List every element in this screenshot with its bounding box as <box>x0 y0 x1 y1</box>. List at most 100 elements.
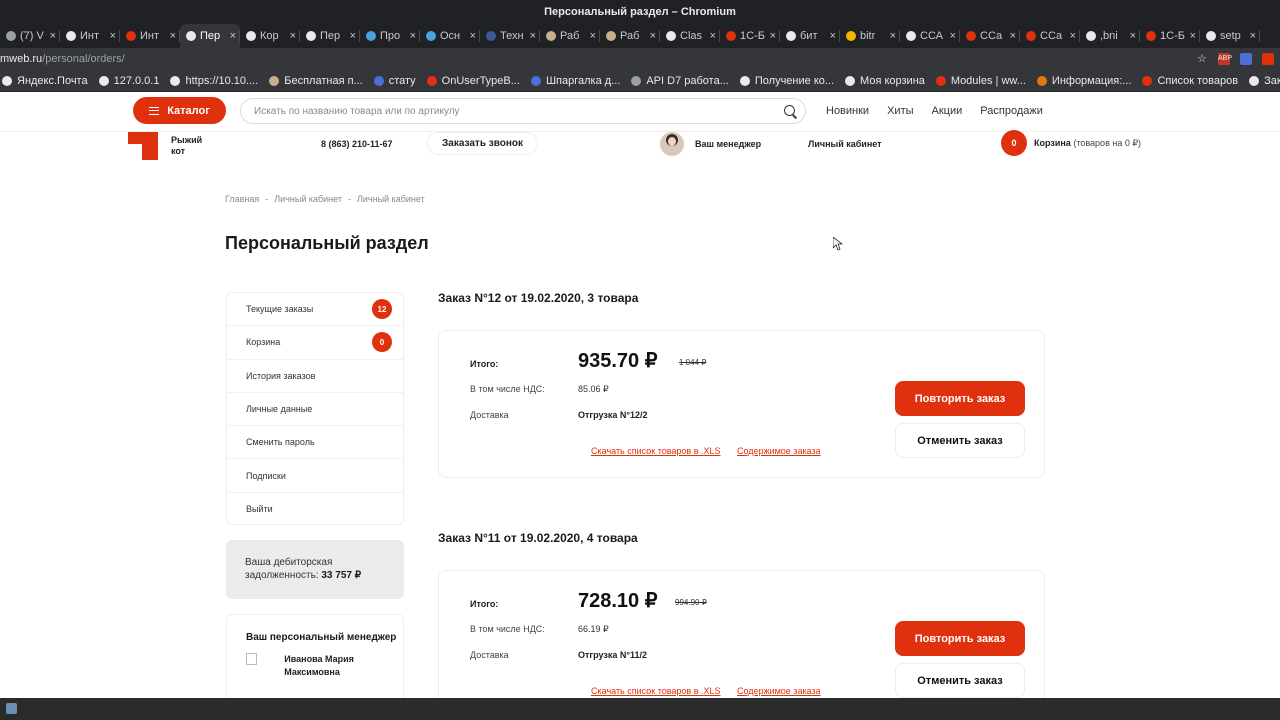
tab-close-icon[interactable]: × <box>1010 30 1016 42</box>
sidebar-item-cart[interactable]: Корзина 0 <box>227 326 403 360</box>
tab-close-icon[interactable]: × <box>470 30 476 42</box>
browser-tab[interactable]: ССа × <box>1020 24 1080 48</box>
tab-label: Инт <box>140 30 160 42</box>
bookmark-item[interactable]: стату <box>373 75 416 87</box>
app-icon[interactable] <box>6 703 17 714</box>
browser-tab[interactable]: Техн × <box>480 24 540 48</box>
nav-link-sales[interactable]: Акции <box>932 105 963 117</box>
sidebar-item-personal-data[interactable]: Личные данные <box>227 393 403 427</box>
cancel-order-button[interactable]: Отменить заказ <box>895 663 1025 698</box>
vat-label: В том числе НДС: <box>470 624 545 634</box>
browser-tab[interactable]: 1С-Б × <box>1140 24 1200 48</box>
cabinet-link[interactable]: Личный кабинет <box>808 139 882 149</box>
bookmark-item[interactable]: https://10.10.... <box>170 75 258 87</box>
bookmark-item[interactable]: Яндекс.Почта <box>2 75 88 87</box>
address-bar[interactable]: mweb.ru/personal/orders/ ☆ ABP <box>0 48 1280 70</box>
browser-tab[interactable]: ССА × <box>900 24 960 48</box>
tab-close-icon[interactable]: × <box>830 30 836 42</box>
tab-close-icon[interactable]: × <box>1250 30 1256 42</box>
bookmark-item[interactable]: Список товаров <box>1142 75 1238 87</box>
browser-tab[interactable]: Раб × <box>540 24 600 48</box>
breadcrumb-cabinet[interactable]: Личный кабинет <box>274 194 342 204</box>
bookmark-item[interactable]: Информация:... <box>1036 75 1131 87</box>
nav-link-new[interactable]: Новинки <box>826 105 869 117</box>
tab-close-icon[interactable]: × <box>530 30 536 42</box>
logo-text[interactable]: Рыжий кот <box>171 135 202 157</box>
browser-tab[interactable]: Про × <box>360 24 420 48</box>
tab-close-icon[interactable]: × <box>230 30 236 42</box>
browser-tab[interactable]: Осн × <box>420 24 480 48</box>
nav-link-clearance[interactable]: Распродажи <box>980 105 1043 117</box>
browser-tab[interactable]: бит × <box>780 24 840 48</box>
cart-count-badge[interactable]: 0 <box>1001 130 1027 156</box>
tab-close-icon[interactable]: × <box>710 30 716 42</box>
cart-link[interactable]: Корзина (товаров на 0 ₽) <box>1034 138 1141 149</box>
browser-tab[interactable]: ,bni × <box>1080 24 1140 48</box>
browser-tab[interactable]: (7) V × <box>0 24 60 48</box>
browser-tab[interactable]: Инт × <box>60 24 120 48</box>
account-sidebar: Текущие заказы 12 Корзина 0 История зака… <box>226 292 404 525</box>
browser-tab[interactable]: ССа × <box>960 24 1020 48</box>
tab-close-icon[interactable]: × <box>650 30 656 42</box>
logo-icon[interactable] <box>128 132 158 160</box>
tab-close-icon[interactable]: × <box>1190 30 1196 42</box>
repeat-order-button[interactable]: Повторить заказ <box>895 381 1025 416</box>
browser-tab[interactable]: Пер × <box>180 24 240 48</box>
tab-close-icon[interactable]: × <box>170 30 176 42</box>
tab-close-icon[interactable]: × <box>590 30 596 42</box>
sidebar-item-order-history[interactable]: История заказов <box>227 360 403 393</box>
download-xls-link[interactable]: Скачать список товаров в .XLS <box>591 446 721 456</box>
sidebar-item-subscriptions[interactable]: Подписки <box>227 459 403 493</box>
tab-close-icon[interactable]: × <box>290 30 296 42</box>
nav-link-hits[interactable]: Хиты <box>887 105 913 117</box>
browser-tab[interactable]: Пер × <box>300 24 360 48</box>
tab-close-icon[interactable]: × <box>50 30 56 42</box>
extension-icon[interactable] <box>1262 53 1274 65</box>
extension-icon[interactable] <box>1240 53 1252 65</box>
tab-close-icon[interactable]: × <box>410 30 416 42</box>
callback-button[interactable]: Заказать звонок <box>427 132 538 155</box>
url-field[interactable]: mweb.ru/personal/orders/ <box>0 53 125 65</box>
browser-tab[interactable]: Кор × <box>240 24 300 48</box>
tab-close-icon[interactable]: × <box>950 30 956 42</box>
tab-close-icon[interactable]: × <box>1130 30 1136 42</box>
bookmark-item[interactable]: 127.0.0.1 <box>98 75 159 87</box>
browser-tab[interactable]: Инт × <box>120 24 180 48</box>
tab-favicon-icon <box>846 31 856 41</box>
tab-close-icon[interactable]: × <box>110 30 116 42</box>
adblock-extension-icon[interactable]: ABP <box>1218 53 1232 65</box>
search-input[interactable] <box>241 99 761 123</box>
browser-tab[interactable]: Clas × <box>660 24 720 48</box>
order-contents-link[interactable]: Содержимое заказа <box>737 446 821 456</box>
manager-link[interactable]: Ваш менеджер <box>695 139 761 149</box>
browser-tab[interactable]: bitr × <box>840 24 900 48</box>
browser-tab[interactable]: Раб × <box>600 24 660 48</box>
repeat-order-button[interactable]: Повторить заказ <box>895 621 1025 656</box>
bookmark-favicon-icon <box>1036 75 1047 86</box>
download-xls-link[interactable]: Скачать список товаров в .XLS <box>591 686 721 696</box>
bookmark-item[interactable]: Modules | ww... <box>935 75 1026 87</box>
bookmark-item[interactable]: Моя корзина <box>845 75 925 87</box>
bookmark-item[interactable]: OnUserTypeB... <box>426 75 520 87</box>
tab-close-icon[interactable]: × <box>770 30 776 42</box>
bookmark-item[interactable]: Бесплатная п... <box>269 75 363 87</box>
sidebar-item-logout[interactable]: Выйти <box>227 493 403 526</box>
sidebar-item-change-password[interactable]: Сменить пароль <box>227 426 403 460</box>
bookmark-star-icon[interactable]: ☆ <box>1196 53 1208 65</box>
cancel-order-button[interactable]: Отменить заказ <box>895 423 1025 458</box>
catalog-button[interactable]: Каталог <box>133 97 226 124</box>
bookmark-item[interactable]: Закрыть <box>1249 75 1280 87</box>
search-icon[interactable] <box>784 105 795 116</box>
order-contents-link[interactable]: Содержимое заказа <box>737 686 821 696</box>
browser-tab[interactable]: 1С-Б × <box>720 24 780 48</box>
browser-tab[interactable]: setp × <box>1200 24 1260 48</box>
bookmark-item[interactable]: Шпаргалка д... <box>530 75 620 87</box>
sidebar-item-current-orders[interactable]: Текущие заказы 12 <box>227 293 403 327</box>
tab-close-icon[interactable]: × <box>1070 30 1076 42</box>
phone-number[interactable]: 8 (863) 210-11-67 <box>321 139 393 149</box>
breadcrumb-home[interactable]: Главная <box>225 194 259 204</box>
bookmark-item[interactable]: Получение ко... <box>739 75 834 87</box>
tab-close-icon[interactable]: × <box>890 30 896 42</box>
tab-close-icon[interactable]: × <box>350 30 356 42</box>
bookmark-item[interactable]: API D7 работа... <box>631 75 729 87</box>
